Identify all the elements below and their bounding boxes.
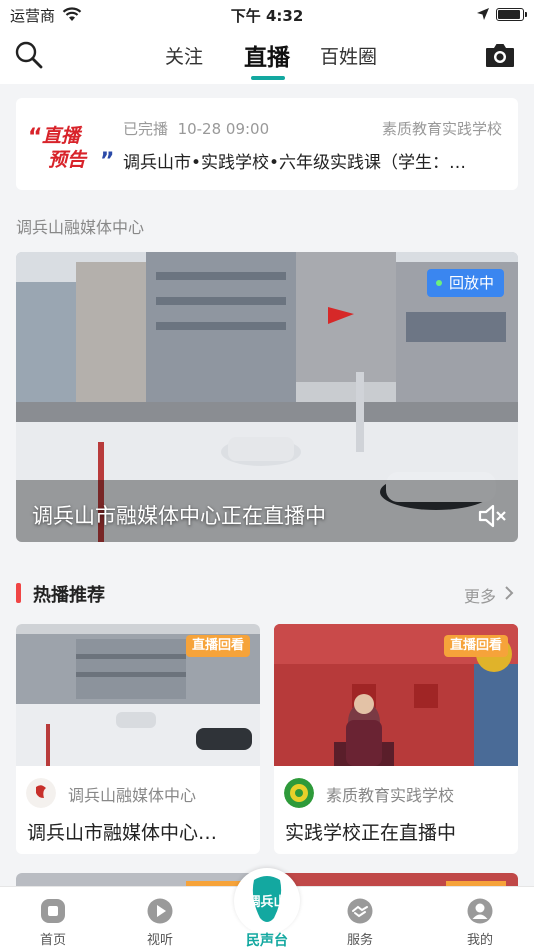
replay-tag: 直播回看 (185, 635, 250, 657)
search-icon[interactable] (14, 40, 44, 70)
location-arrow-icon (477, 8, 489, 20)
section-label: 调兵山融媒体中心 (16, 218, 145, 237)
svg-text:预告: 预告 (48, 149, 88, 171)
center-tab-circle: 调兵山 (234, 868, 300, 934)
clock: 下午 4:32 (230, 7, 304, 25)
card-title: 实践学校正在直播中 (285, 822, 457, 844)
video-card[interactable]: 直播回看 素质教育实践学校 实践学校正在直播中 (274, 624, 518, 854)
card-source: 调兵山融媒体中心 (68, 786, 197, 805)
tab-home[interactable]: 首页 (13, 897, 93, 948)
avatar-media-center (26, 778, 56, 808)
video-card[interactable]: 直播回看 调兵山融媒体中心 调兵山市融媒体中心… (16, 624, 260, 854)
preview-status: 已完播 10-28 09:00 (123, 120, 270, 138)
replay-tag: 直播回看 (443, 635, 508, 657)
preview-title: 调兵山市•实践学校•六年级实践课（学生：… (123, 153, 467, 173)
tab-services[interactable]: 服务 (320, 897, 400, 948)
mute-icon[interactable] (476, 500, 508, 532)
avatar-school (284, 778, 314, 808)
tab-follow[interactable]: 关注 (165, 42, 203, 69)
active-tab-indicator (251, 76, 285, 80)
camera-icon[interactable] (484, 40, 516, 70)
svg-text:调兵山: 调兵山 (247, 894, 286, 910)
more-link[interactable]: 更多 (464, 583, 496, 607)
battery-icon (496, 8, 527, 21)
tab-community[interactable]: 百姓圈 (320, 42, 377, 69)
card-source: 素质教育实践学校 (326, 786, 455, 805)
play-icon (147, 898, 173, 924)
logo-icon: 调兵山 (247, 876, 287, 922)
live-preview-card[interactable]: “ ” 直播 预告 已完播 10-28 09:00 素质教育实践学校 调兵山市•… (16, 98, 518, 190)
hot-accent-bar (16, 583, 21, 603)
preview-school: 素质教育实践学校 (381, 120, 502, 138)
tab-voice-center[interactable]: 调兵山 民声台 (234, 868, 300, 950)
chevron-right-icon[interactable] (504, 585, 514, 601)
home-icon (41, 899, 65, 923)
tab-profile[interactable]: 我的 (440, 897, 520, 948)
live-title: 调兵山市融媒体中心正在直播中 (32, 504, 326, 528)
top-nav: 关注 直播 百姓圈 (0, 30, 534, 84)
live-video-player[interactable]: 回放中 调兵山市融媒体中心正在直播中 (16, 252, 518, 542)
hot-title: 热播推荐 (33, 585, 105, 606)
status-bar: 运营商 下午 4:32 (0, 0, 534, 30)
hot-section-header: 热播推荐 更多 (16, 578, 518, 608)
preview-datetime: 10-28 09:00 (177, 120, 270, 138)
svg-text:”: ” (100, 149, 114, 172)
card-title: 调兵山市融媒体中心… (27, 822, 218, 844)
tab-media[interactable]: 视听 (120, 897, 200, 948)
user-icon (467, 898, 493, 924)
svg-text:“: “ (28, 125, 42, 150)
tab-live[interactable]: 直播 (244, 38, 290, 72)
svg-text:直播: 直播 (42, 125, 83, 147)
replay-badge: 回放中 (426, 269, 504, 297)
handshake-icon (347, 898, 373, 924)
live-preview-badge: “ ” 直播 预告 (28, 125, 114, 172)
